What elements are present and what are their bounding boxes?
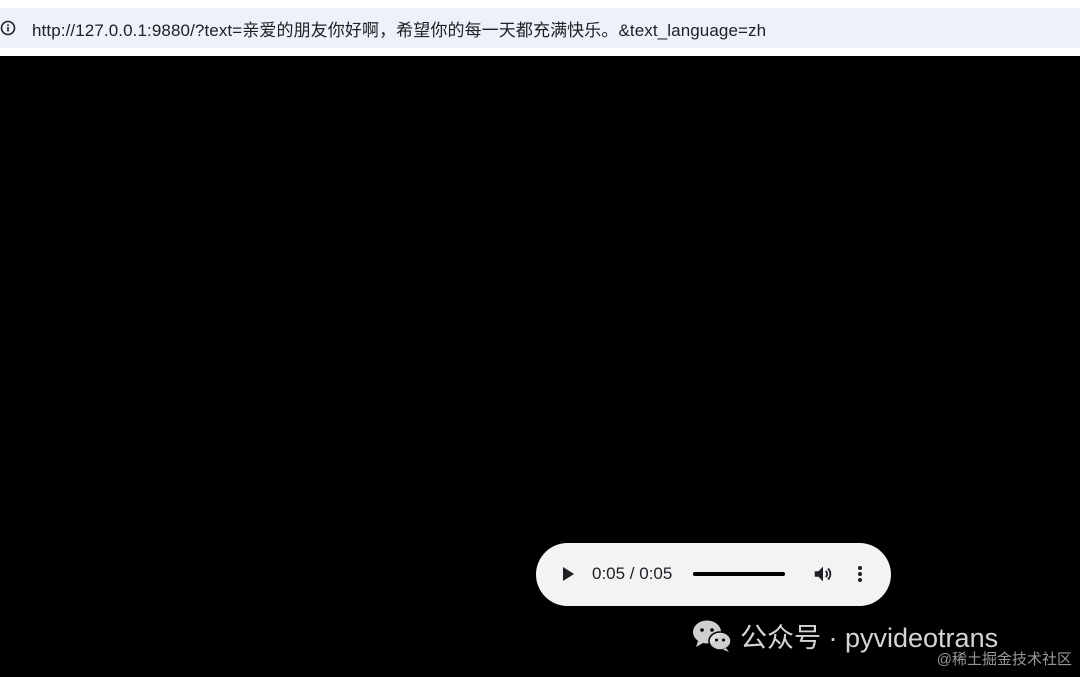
wechat-icon [693,620,732,652]
more-vert-icon [858,566,862,582]
watermark-sub-text: @稀土掘金技术社区 [936,651,1072,668]
audio-player[interactable]: 0:05 / 0:05 [536,543,891,606]
progress-fill [693,572,785,576]
play-icon [563,567,574,581]
volume-button[interactable] [812,563,834,585]
more-options-button[interactable] [850,563,870,585]
volume-icon [814,566,832,582]
progress-bar[interactable] [693,572,785,576]
time-display: 0:05 / 0:05 [592,564,673,583]
play-button[interactable] [558,564,578,584]
url-text[interactable]: http://127.0.0.1:9880/?text=亲爱的朋友你好啊，希望你… [32,16,766,41]
address-bar[interactable]: http://127.0.0.1:9880/?text=亲爱的朋友你好啊，希望你… [0,8,1080,48]
browser-toolbar: http://127.0.0.1:9880/?text=亲爱的朋友你好啊，希望你… [0,0,1080,56]
info-circle-icon[interactable] [0,20,16,36]
